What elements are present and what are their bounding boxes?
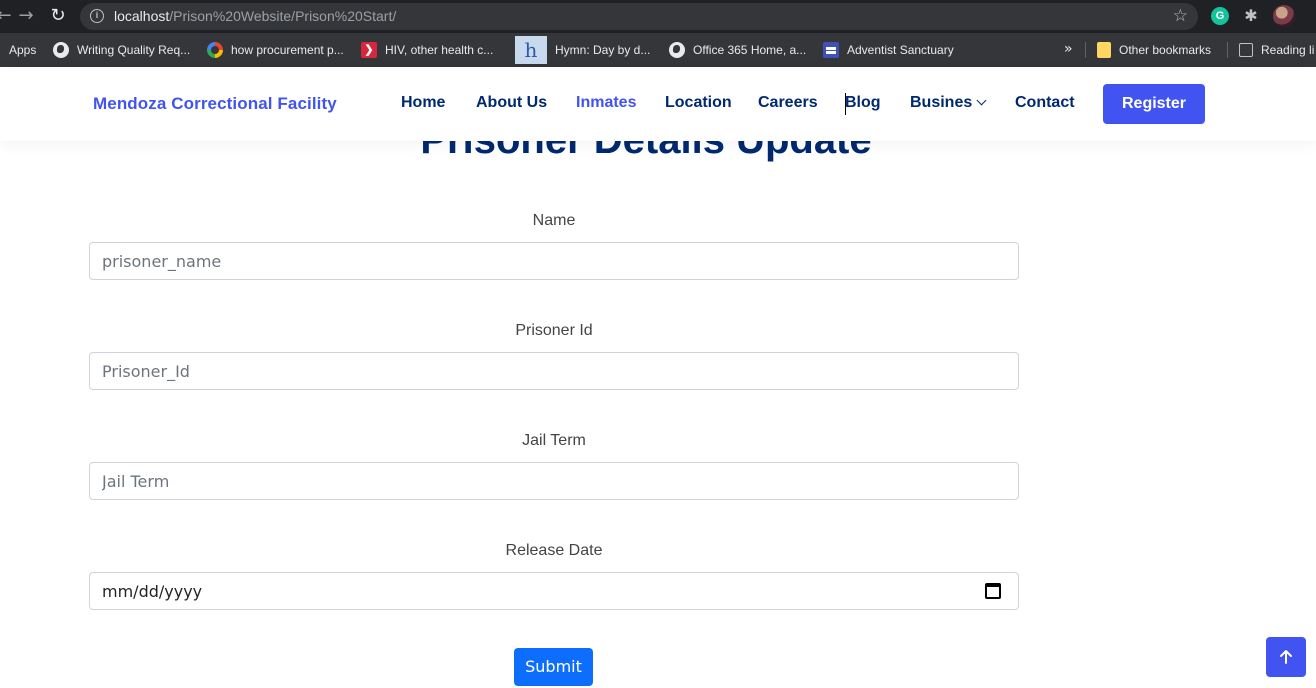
bookmarks-divider bbox=[1085, 42, 1086, 58]
calendar-icon[interactable] bbox=[985, 583, 1001, 599]
adventist-icon bbox=[823, 42, 839, 58]
nav-location[interactable]: Location bbox=[665, 94, 732, 112]
profile-avatar[interactable] bbox=[1273, 5, 1295, 27]
reading-list-icon bbox=[1239, 43, 1253, 57]
jail-term-input[interactable] bbox=[89, 462, 1019, 500]
bookmarks-bar: Apps Writing Quality Req... how procurem… bbox=[0, 33, 1316, 67]
hymn-icon: h bbox=[515, 36, 547, 64]
bookmark-office365[interactable]: Office 365 Home, a... bbox=[669, 33, 806, 67]
bookmark-apps[interactable]: Apps bbox=[9, 33, 36, 67]
name-label: Name bbox=[532, 212, 576, 229]
nav-about-us[interactable]: About Us bbox=[476, 94, 547, 112]
bookmark-star-icon[interactable]: ☆ bbox=[1173, 6, 1188, 26]
forward-arrow-icon[interactable]: → bbox=[16, 6, 36, 26]
jail-term-field-group: Jail Term bbox=[89, 430, 1019, 500]
text-cursor bbox=[845, 93, 846, 115]
red-bookmark-icon: ❯ bbox=[361, 42, 377, 58]
grammarly-extension-icon[interactable]: G bbox=[1211, 7, 1229, 25]
bookmark-hiv[interactable]: ❯ HIV, other health c... bbox=[361, 33, 493, 67]
nav-business-dropdown[interactable]: Busines bbox=[910, 94, 987, 112]
release-date-value: mm/dd/yyyy bbox=[102, 582, 203, 601]
address-url[interactable]: localhost/Prison%20Website/Prison%20Star… bbox=[114, 8, 396, 24]
back-arrow-icon[interactable]: ← bbox=[0, 6, 14, 26]
release-date-label: Release Date bbox=[505, 542, 603, 559]
extensions-puzzle-icon[interactable]: ✱ bbox=[1242, 7, 1260, 25]
google-icon bbox=[207, 42, 223, 58]
release-date-field-group: Release Date mm/dd/yyyy bbox=[89, 540, 1019, 610]
back-to-top-button[interactable] bbox=[1266, 637, 1306, 677]
register-button[interactable]: Register bbox=[1103, 84, 1205, 124]
site-info-icon[interactable]: i bbox=[90, 9, 104, 23]
submit-button[interactable]: Submit bbox=[514, 648, 593, 686]
more-bookmarks-chevron-icon[interactable]: » bbox=[1064, 41, 1073, 57]
bookmark-procurement[interactable]: how procurement p... bbox=[207, 33, 344, 67]
jail-term-label: Jail Term bbox=[522, 432, 586, 449]
address-bar[interactable]: i localhost/Prison%20Website/Prison%20St… bbox=[80, 3, 1198, 30]
other-bookmarks[interactable]: Other bookmarks bbox=[1097, 33, 1211, 67]
nav-blog[interactable]: Blog bbox=[845, 94, 881, 112]
folder-icon bbox=[1097, 42, 1111, 58]
reload-icon[interactable]: ↻ bbox=[48, 6, 68, 26]
globe-icon bbox=[53, 42, 69, 58]
prisoner-id-input[interactable] bbox=[89, 352, 1019, 390]
globe-icon bbox=[669, 42, 685, 58]
nav-careers[interactable]: Careers bbox=[758, 94, 818, 112]
nav-inmates[interactable]: Inmates bbox=[576, 94, 636, 112]
browser-toolbar: ← → ↻ i localhost/Prison%20Website/Priso… bbox=[0, 0, 1316, 33]
chevron-down-icon bbox=[976, 95, 987, 106]
prisoner-id-label: Prisoner Id bbox=[515, 322, 593, 339]
nav-home[interactable]: Home bbox=[401, 94, 445, 112]
bookmark-writing-quality[interactable]: Writing Quality Req... bbox=[53, 33, 190, 67]
nav-contact[interactable]: Contact bbox=[1015, 94, 1075, 112]
brand-logo[interactable]: Mendoza Correctional Facility bbox=[93, 94, 337, 114]
name-field-group: Name bbox=[89, 210, 1019, 280]
name-input[interactable] bbox=[89, 242, 1019, 280]
release-date-input[interactable]: mm/dd/yyyy bbox=[89, 572, 1019, 610]
site-header: Mendoza Correctional Facility Home About… bbox=[0, 67, 1316, 141]
reading-list[interactable]: Reading li bbox=[1239, 33, 1314, 67]
arrow-up-icon bbox=[1280, 650, 1292, 664]
bookmark-hymn[interactable]: h Hymn: Day by d... bbox=[515, 33, 650, 67]
bookmarks-divider bbox=[1227, 42, 1228, 58]
bookmark-adventist[interactable]: Adventist Sanctuary bbox=[823, 33, 954, 67]
prisoner-id-field-group: Prisoner Id bbox=[89, 320, 1019, 390]
